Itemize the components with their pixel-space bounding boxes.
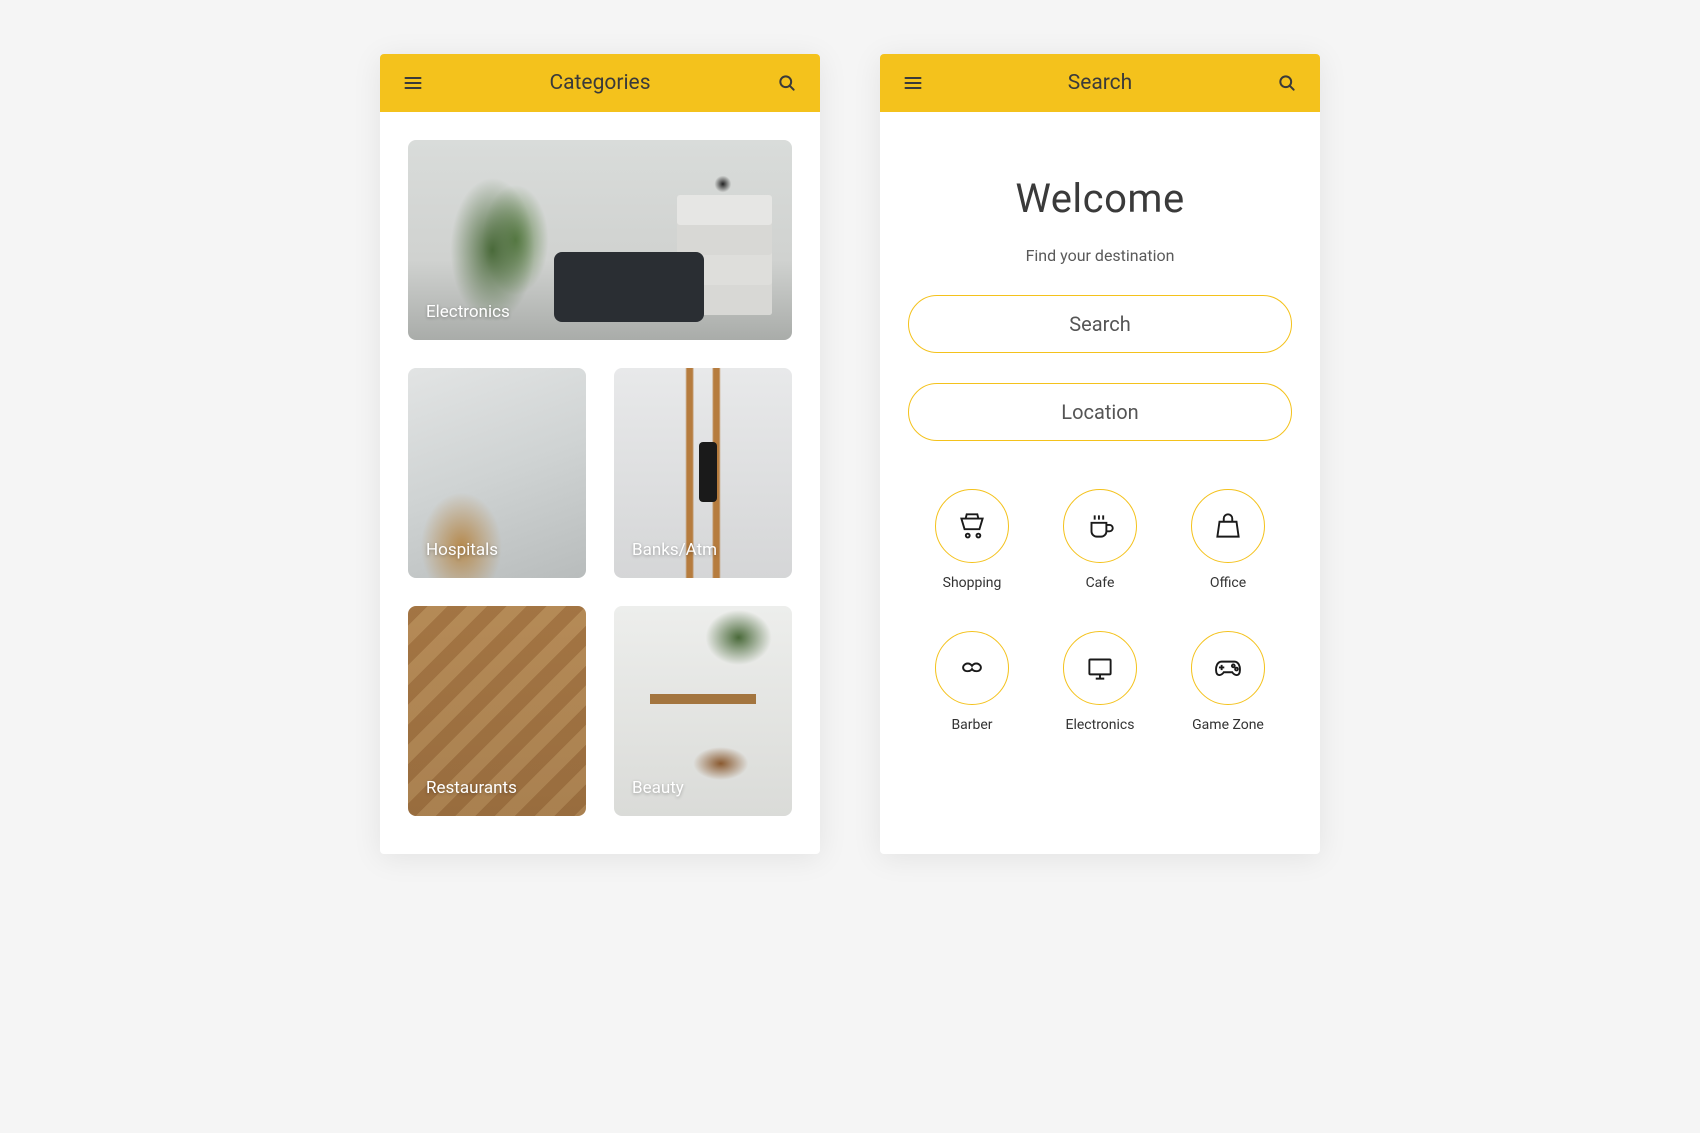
monitor-icon bbox=[1063, 631, 1137, 705]
menu-icon[interactable] bbox=[902, 72, 924, 94]
categories-screen: Categories Electronics Hospitals Banks/A… bbox=[380, 54, 820, 854]
category-label: Beauty bbox=[632, 778, 684, 798]
category-shopping[interactable]: Shopping bbox=[935, 489, 1009, 591]
category-card-beauty[interactable]: Beauty bbox=[614, 606, 792, 816]
header: Categories bbox=[380, 54, 820, 112]
search-input[interactable]: Search bbox=[908, 295, 1292, 353]
cart-icon bbox=[935, 489, 1009, 563]
page-title: Categories bbox=[549, 71, 650, 95]
search-placeholder: Search bbox=[1069, 312, 1130, 336]
category-label: Cafe bbox=[1086, 575, 1115, 591]
menu-icon[interactable] bbox=[402, 72, 424, 94]
location-placeholder: Location bbox=[1061, 400, 1138, 424]
welcome-title: Welcome bbox=[908, 175, 1292, 222]
category-cafe[interactable]: Cafe bbox=[1063, 489, 1137, 591]
category-label: Office bbox=[1210, 575, 1246, 591]
content-area: Welcome Find your destination Search Loc… bbox=[880, 112, 1320, 854]
mustache-icon bbox=[935, 631, 1009, 705]
category-label: Electronics bbox=[426, 302, 510, 322]
category-label: Electronics bbox=[1066, 717, 1135, 733]
category-card-restaurants[interactable]: Restaurants bbox=[408, 606, 586, 816]
search-icon[interactable] bbox=[1276, 72, 1298, 94]
category-office[interactable]: Office bbox=[1191, 489, 1265, 591]
category-barber[interactable]: Barber bbox=[935, 631, 1009, 733]
bag-icon bbox=[1191, 489, 1265, 563]
category-label: Banks/Atm bbox=[632, 540, 717, 560]
category-hero-electronics[interactable]: Electronics bbox=[408, 140, 792, 340]
category-card-hospitals[interactable]: Hospitals bbox=[408, 368, 586, 578]
category-gamezone[interactable]: Game Zone bbox=[1191, 631, 1265, 733]
page-title: Search bbox=[1068, 71, 1133, 95]
search-icon[interactable] bbox=[776, 72, 798, 94]
gamepad-icon bbox=[1191, 631, 1265, 705]
category-label: Game Zone bbox=[1192, 717, 1264, 733]
coffee-icon bbox=[1063, 489, 1137, 563]
search-screen: Search Welcome Find your destination Sea… bbox=[880, 54, 1320, 854]
header: Search bbox=[880, 54, 1320, 112]
content-area: Electronics Hospitals Banks/Atm Restaura… bbox=[380, 112, 820, 854]
category-card-banks[interactable]: Banks/Atm bbox=[614, 368, 792, 578]
welcome-subtitle: Find your destination bbox=[908, 246, 1292, 265]
category-electronics[interactable]: Electronics bbox=[1063, 631, 1137, 733]
category-label: Shopping bbox=[943, 575, 1002, 591]
category-label: Hospitals bbox=[426, 540, 498, 560]
location-input[interactable]: Location bbox=[908, 383, 1292, 441]
category-label: Restaurants bbox=[426, 778, 517, 798]
category-label: Barber bbox=[951, 717, 992, 733]
